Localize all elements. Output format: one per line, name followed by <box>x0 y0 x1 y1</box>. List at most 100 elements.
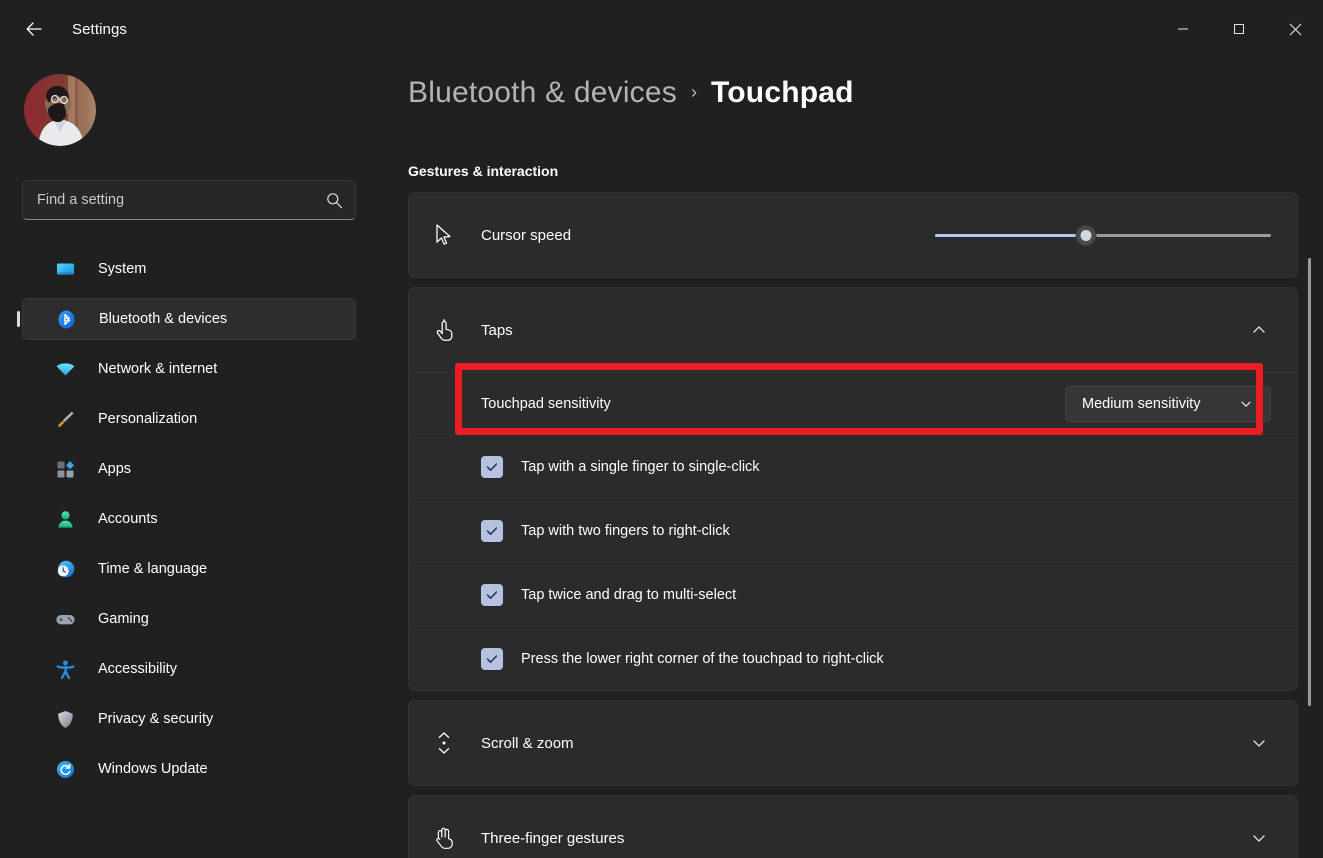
touchpad-sensitivity-row[interactable]: Touchpad sensitivity Medium sensitivity <box>409 372 1297 434</box>
breadcrumb-separator-icon: › <box>691 82 697 103</box>
checkbox-row-lower-right-corner[interactable]: Press the lower right corner of the touc… <box>409 626 1297 690</box>
three-finger-section-header[interactable]: Three-finger gestures <box>409 796 1297 858</box>
chevron-down-icon[interactable] <box>1247 826 1271 850</box>
close-button[interactable] <box>1267 7 1323 51</box>
person-icon <box>54 508 76 530</box>
checkbox-row-right-click[interactable]: Tap with two fingers to right-click <box>409 498 1297 562</box>
monitor-icon <box>54 258 76 280</box>
sidebar-item-label: Bluetooth & devices <box>99 311 227 327</box>
slider-fill <box>935 234 1086 237</box>
settings-window: Settings <box>0 0 1323 858</box>
sidebar-item-windows-update[interactable]: Windows Update <box>22 748 356 790</box>
touchpad-sensitivity-label: Touchpad sensitivity <box>481 396 611 412</box>
breadcrumb: Bluetooth & devices › Touchpad <box>408 76 854 110</box>
sidebar: System Bluetooth & devices <box>0 0 406 858</box>
bluetooth-icon <box>55 308 77 330</box>
chevron-down-icon[interactable] <box>1247 731 1271 755</box>
user-avatar[interactable] <box>24 74 96 146</box>
checkbox-single-finger[interactable] <box>481 456 503 478</box>
wifi-icon <box>54 358 76 380</box>
checkbox-label: Tap with two fingers to right-click <box>521 523 730 539</box>
main-content: Bluetooth & devices › Touchpad Gestures … <box>406 58 1323 858</box>
three-finger-hand-icon <box>429 823 459 853</box>
content-scrollbar[interactable] <box>1308 258 1311 706</box>
cursor-speed-row: Cursor speed <box>409 193 1297 277</box>
paintbrush-icon <box>54 408 76 430</box>
touchpad-sensitivity-value: Medium sensitivity <box>1082 396 1200 412</box>
sidebar-item-label: Accessibility <box>98 661 177 677</box>
taps-section-header[interactable]: Taps <box>409 288 1297 372</box>
section-heading: Gestures & interaction <box>408 163 558 179</box>
breadcrumb-parent-link[interactable]: Bluetooth & devices <box>408 76 677 110</box>
gamepad-icon <box>54 608 76 630</box>
maximize-button[interactable] <box>1211 7 1267 51</box>
sidebar-item-accounts[interactable]: Accounts <box>22 498 356 540</box>
search-icon <box>326 192 343 209</box>
cursor-speed-label: Cursor speed <box>481 227 571 244</box>
search-box[interactable] <box>22 180 356 220</box>
checkmark-icon <box>485 588 499 602</box>
checkmark-icon <box>485 652 499 666</box>
sidebar-item-personalization[interactable]: Personalization <box>22 398 356 440</box>
scroll-zoom-section-header[interactable]: Scroll & zoom <box>409 701 1297 785</box>
chevron-up-icon[interactable] <box>1247 318 1271 342</box>
sidebar-item-apps[interactable]: Apps <box>22 448 356 490</box>
sidebar-item-label: System <box>98 261 146 277</box>
sidebar-item-accessibility[interactable]: Accessibility <box>22 648 356 690</box>
taps-card: Taps Touchpad sensitivity Medium sensiti… <box>408 287 1298 691</box>
sidebar-item-label: Network & internet <box>98 361 217 377</box>
checkbox-label: Tap with a single finger to single-click <box>521 459 760 475</box>
app-title: Settings <box>72 21 127 38</box>
checkbox-row-multi-select[interactable]: Tap twice and drag to multi-select <box>409 562 1297 626</box>
touchpad-sensitivity-dropdown[interactable]: Medium sensitivity <box>1065 386 1271 422</box>
minimize-button[interactable] <box>1155 7 1211 51</box>
tap-hand-icon <box>429 315 459 345</box>
search-input[interactable] <box>37 192 326 208</box>
sidebar-item-network-internet[interactable]: Network & internet <box>22 348 356 390</box>
scroll-updown-icon <box>429 728 459 758</box>
cursor-arrow-icon <box>429 220 459 250</box>
checkmark-icon <box>485 524 499 538</box>
checkbox-row-single-click[interactable]: Tap with a single finger to single-click <box>409 434 1297 498</box>
sidebar-item-time-language[interactable]: Time & language <box>22 548 356 590</box>
scroll-zoom-card: Scroll & zoom <box>408 700 1298 786</box>
checkbox-label: Press the lower right corner of the touc… <box>521 651 884 667</box>
close-icon <box>1289 23 1302 36</box>
scroll-zoom-label: Scroll & zoom <box>481 735 574 752</box>
sidebar-item-label: Time & language <box>98 561 207 577</box>
sidebar-item-label: Personalization <box>98 411 197 427</box>
slider-thumb[interactable] <box>1077 226 1096 245</box>
three-finger-gestures-card: Three-finger gestures <box>408 795 1298 858</box>
checkmark-icon <box>485 460 499 474</box>
sidebar-item-label: Apps <box>98 461 131 477</box>
back-arrow-icon <box>24 19 44 39</box>
window-controls <box>1155 7 1323 51</box>
sidebar-item-bluetooth-devices[interactable]: Bluetooth & devices <box>22 298 356 340</box>
sidebar-item-label: Windows Update <box>98 761 208 777</box>
sidebar-item-privacy-security[interactable]: Privacy & security <box>22 698 356 740</box>
sidebar-item-label: Gaming <box>98 611 149 627</box>
sidebar-item-label: Accounts <box>98 511 158 527</box>
checkbox-label: Tap twice and drag to multi-select <box>521 587 736 603</box>
back-button[interactable] <box>12 11 56 47</box>
clock-globe-icon <box>54 558 76 580</box>
checkbox-two-fingers[interactable] <box>481 520 503 542</box>
cursor-speed-slider[interactable] <box>935 221 1271 249</box>
title-bar: Settings <box>0 0 1323 58</box>
shield-icon <box>54 708 76 730</box>
sidebar-item-system[interactable]: System <box>22 248 356 290</box>
maximize-icon <box>1233 23 1245 35</box>
settings-cards: Cursor speed <box>408 192 1298 858</box>
sidebar-item-label: Privacy & security <box>98 711 213 727</box>
avatar-image <box>24 74 96 146</box>
checkbox-lower-right-corner[interactable] <box>481 648 503 670</box>
accessibility-icon <box>54 658 76 680</box>
page-title: Touchpad <box>711 76 854 110</box>
minimize-icon <box>1177 23 1189 35</box>
three-finger-label: Three-finger gestures <box>481 830 624 847</box>
checkbox-tap-twice-drag[interactable] <box>481 584 503 606</box>
update-sync-icon <box>54 758 76 780</box>
cursor-speed-card: Cursor speed <box>408 192 1298 278</box>
apps-grid-icon <box>54 458 76 480</box>
sidebar-item-gaming[interactable]: Gaming <box>22 598 356 640</box>
